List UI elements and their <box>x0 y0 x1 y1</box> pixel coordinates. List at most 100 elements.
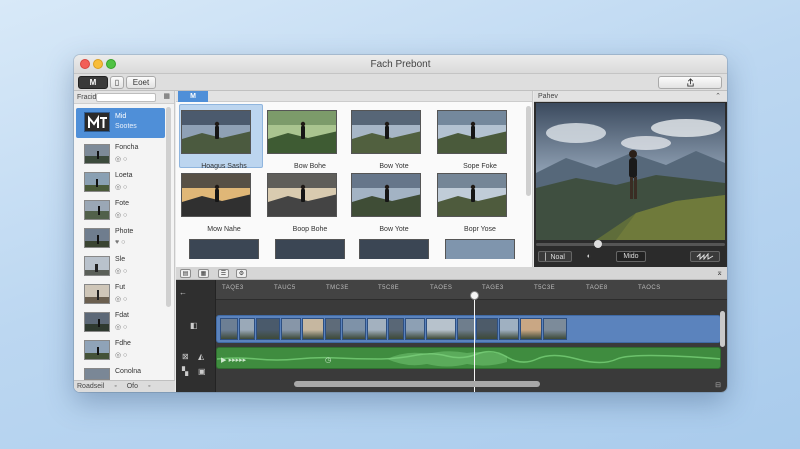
link-icon[interactable]: ⊠ <box>182 352 189 361</box>
clip-label: Bow Yote <box>379 163 409 170</box>
window-title: Fach Prebont <box>370 59 431 70</box>
timeline-video-clip[interactable] <box>220 318 238 340</box>
timeline-video-clip[interactable] <box>239 318 255 340</box>
timeline-video-clip[interactable] <box>388 318 404 340</box>
timeline-video-clip[interactable] <box>520 318 542 340</box>
import-button[interactable]: Eoet <box>126 76 156 89</box>
browser-clip[interactable]: Boop Bohe <box>267 173 353 233</box>
viewer-scrubber-knob[interactable] <box>594 240 603 248</box>
back-arrow-icon[interactable]: ← <box>179 288 187 297</box>
clip-thumbnail <box>437 173 508 218</box>
timeline-expand-icon[interactable]: ⌅ <box>716 268 723 277</box>
timeline: ▤ ▦ ☰ ⚙ ⌅ ← ◧ ⊠ ◭ ▚ ▣ TAQE3 TAUC5 TMC3E … <box>176 267 727 392</box>
timeline-video-clip[interactable] <box>302 318 324 340</box>
viewer-options-button[interactable] <box>690 251 720 262</box>
clip-label: Bopr Yose <box>464 226 496 233</box>
browser-clip[interactable]: Mow Nahe <box>181 173 267 233</box>
sidebar-item-selected[interactable]: Mid Sootes <box>76 108 165 138</box>
browser-clip-partial[interactable] <box>359 239 429 259</box>
browser-clip-partial[interactable] <box>189 239 259 259</box>
footer-label[interactable]: Roadseil <box>77 383 104 390</box>
timeline-video-clip[interactable] <box>342 318 366 340</box>
viewer-center-icon[interactable]: ◐ <box>582 251 596 262</box>
clip-label: Boop Bohe <box>292 226 328 233</box>
timeline-horizontal-scrollbar[interactable] <box>294 381 540 387</box>
timeline-video-clip[interactable] <box>256 318 280 340</box>
browser-clip[interactable]: Sope Foke <box>437 110 523 170</box>
sidebar-item[interactable]: Fut ◎ ○ <box>84 282 164 308</box>
sidebar-item[interactable]: Fote ◎ ○ <box>84 198 164 224</box>
sidebar-item-label: Fut <box>115 284 126 291</box>
audio-track-icon[interactable]: ◭ <box>198 352 204 361</box>
viewer: Pahev ⌃ ▏Noal ◐ Mido <box>534 91 727 267</box>
sidebar-search-field[interactable] <box>96 93 156 102</box>
sidebar-item-label: Loeta <box>115 172 133 179</box>
timeline-video-clip[interactable] <box>325 318 341 340</box>
mute-icon[interactable]: ▚ <box>182 367 188 376</box>
footer-icon[interactable]: ◦ <box>148 383 150 390</box>
expand-icon[interactable]: ⌃ <box>715 92 721 100</box>
ruler-label: TAUC5 <box>274 285 296 291</box>
grid-view-icon[interactable]: ▦ <box>163 92 170 100</box>
sidebar-item[interactable]: Phote ♥ ○ <box>84 226 164 252</box>
library-sidebar: Fracid ▦ Mid Sootes Foncha ◎ ○ Loeta ◎ ○… <box>74 91 175 392</box>
footer-icon[interactable]: ◦ <box>114 383 116 390</box>
clip-thumbnail <box>351 173 422 218</box>
sidebar-item[interactable]: Fdat ◎ ○ <box>84 310 164 336</box>
event-thumbnail <box>84 368 110 380</box>
browser-clip[interactable]: Bow Yote <box>351 173 437 233</box>
browser-scrollbar[interactable] <box>526 106 531 196</box>
event-thumbnail <box>84 312 110 332</box>
event-thumbnail <box>84 200 110 220</box>
sidebar-scrollbar[interactable] <box>166 107 171 307</box>
sidebar-item-label: Fdhe <box>115 340 131 347</box>
sidebar-item[interactable]: Fdhe ◎ ○ <box>84 338 164 364</box>
viewer-mode-button[interactable]: Mido <box>616 251 646 262</box>
lock-icon[interactable]: ▣ <box>198 367 206 376</box>
clip-tool-icon[interactable]: ▤ <box>180 269 191 278</box>
timeline-video-clip[interactable] <box>543 318 567 340</box>
browser-clip[interactable]: Bopr Yose <box>437 173 523 233</box>
timeline-track-headers: ← ◧ ⊠ ◭ ▚ ▣ <box>176 280 216 392</box>
ruler-label: TAOCS <box>638 285 661 291</box>
browser-clip[interactable]: Bow Bohe <box>267 110 353 170</box>
viewer-left-button[interactable]: ▏Noal <box>538 251 572 262</box>
browser-clip-partial[interactable] <box>445 239 515 259</box>
timeline-vertical-scrollbar[interactable] <box>720 311 725 347</box>
playhead-handle[interactable] <box>469 291 479 300</box>
media-button[interactable]: M <box>78 76 108 89</box>
view-toggle-button[interactable]: ▯ <box>110 76 124 89</box>
browser-tab[interactable]: M <box>178 91 208 102</box>
sidebar-item[interactable]: Foncha ◎ ○ <box>84 142 164 168</box>
browser-clip-partial[interactable] <box>275 239 345 259</box>
sidebar-item-label: Foncha <box>115 144 139 151</box>
share-button[interactable] <box>658 76 722 89</box>
audio-track[interactable]: ▶ ▸▸▸▸▸ ◷ <box>216 347 721 369</box>
browser-clip[interactable]: Hoagus Sashs <box>181 110 267 170</box>
filmstrip-icon[interactable]: ▦ <box>198 269 209 278</box>
list-view-icon[interactable]: ☰ <box>218 269 229 278</box>
browser-clip[interactable]: Bow Yote <box>351 110 437 170</box>
timeline-video-clip[interactable] <box>281 318 301 340</box>
timeline-video-clip[interactable] <box>499 318 519 340</box>
clip-thumbnail <box>351 110 422 155</box>
video-track-icon[interactable]: ◧ <box>190 321 198 330</box>
video-track[interactable] <box>216 315 721 343</box>
toolbar: M ▯ Eoet <box>74 74 727 91</box>
zoom-icon[interactable]: ⊟ <box>715 381 721 389</box>
media-label: M <box>89 78 97 87</box>
timeline-video-clip[interactable] <box>457 318 475 340</box>
timeline-video-clip[interactable] <box>367 318 387 340</box>
timeline-video-clip[interactable] <box>476 318 498 340</box>
svg-text:▶ ▸▸▸▸▸: ▶ ▸▸▸▸▸ <box>221 356 247 364</box>
settings-icon[interactable]: ⚙ <box>236 269 247 278</box>
media-browser: M Hoagus Sashs Bow Bohe Bow Yote Sope Foke M… <box>176 91 533 267</box>
timeline-playhead[interactable] <box>473 294 475 392</box>
viewer-scrubber-track[interactable] <box>536 243 725 246</box>
sidebar-item[interactable]: Sle ◎ ○ <box>84 254 164 280</box>
sidebar-item[interactable]: Loeta ◎ ○ <box>84 170 164 196</box>
title-bar: Fach Prebont <box>74 55 727 74</box>
timeline-video-clip[interactable] <box>405 318 425 340</box>
timeline-video-clip[interactable] <box>426 318 456 340</box>
footer-label[interactable]: Ofo <box>127 383 138 390</box>
